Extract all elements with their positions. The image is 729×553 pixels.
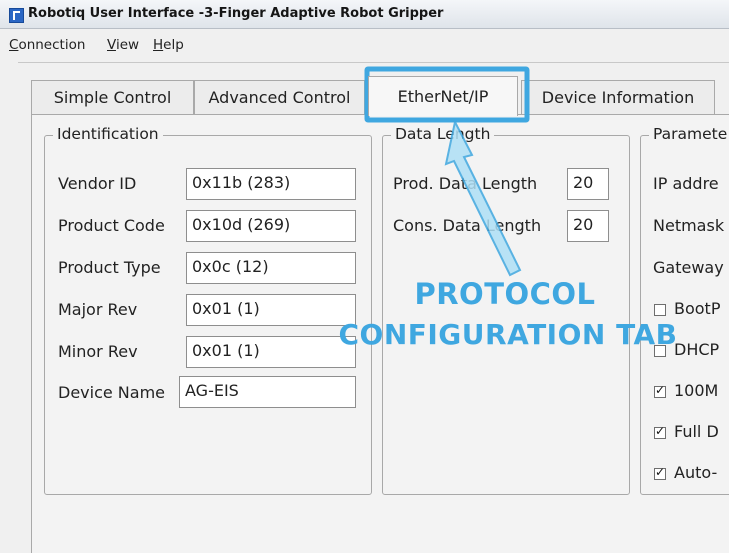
bootp-checkbox[interactable] xyxy=(654,304,666,316)
identification-legend: Identification xyxy=(53,125,163,143)
cons-data-length-field[interactable]: 20 xyxy=(567,210,609,242)
data-length-legend: Data Length xyxy=(391,125,495,143)
dhcp-label: DHCP xyxy=(674,340,720,359)
minor-rev-field[interactable]: 0x01 (1) xyxy=(186,336,356,368)
gateway-label: Gateway xyxy=(653,258,724,277)
full-duplex-label: Full D xyxy=(674,422,719,441)
tab-ethernet-ip[interactable]: EtherNet/IP xyxy=(368,76,518,116)
vendor-id-field[interactable]: 0x11b (283) xyxy=(186,168,356,200)
bootp-label: BootP xyxy=(674,299,721,318)
product-type-field[interactable]: 0x0c (12) xyxy=(186,252,356,284)
auto-negotiate-checkbox[interactable] xyxy=(654,465,666,480)
menu-connection[interactable]: Connection xyxy=(9,37,85,53)
tab-strip: Simple Control Advanced Control EtherNet… xyxy=(31,76,729,116)
auto-negotiate-label: Auto- xyxy=(674,463,718,482)
major-rev-label: Major Rev xyxy=(58,300,138,319)
vendor-id-label: Vendor ID xyxy=(58,174,137,193)
full-duplex-checkbox[interactable] xyxy=(654,424,666,439)
cons-data-length-label: Cons. Data Length xyxy=(393,216,542,235)
prod-data-length-label: Prod. Data Length xyxy=(393,174,538,193)
product-code-field[interactable]: 0x10d (269) xyxy=(186,210,356,242)
tab-simple-control[interactable]: Simple Control xyxy=(31,80,194,114)
data-length-group: Data Length Prod. Data Length 20 Cons. D… xyxy=(382,125,630,495)
netmask-label: Netmask xyxy=(653,216,725,235)
100m-checkbox[interactable] xyxy=(654,383,666,398)
window-title: Robotiq User Interface -3-Finger Adaptiv… xyxy=(28,6,444,21)
menu-view[interactable]: View xyxy=(107,37,139,53)
product-type-label: Product Type xyxy=(58,258,161,277)
menu-help[interactable]: Help xyxy=(153,37,184,53)
minor-rev-label: Minor Rev xyxy=(58,342,138,361)
tab-device-information[interactable]: Device Information xyxy=(521,80,715,114)
tab-advanced-control[interactable]: Advanced Control xyxy=(194,80,365,114)
parameters-group: Paramete IP addre Netmask Gateway BootP … xyxy=(640,125,729,495)
product-code-label: Product Code xyxy=(58,216,165,235)
app-icon xyxy=(9,8,24,23)
annotation-line1: PROTOCOL xyxy=(414,277,596,311)
device-name-field[interactable]: AG-EIS xyxy=(179,376,356,408)
menu-divider xyxy=(18,62,729,63)
annotation-line2: CONFIGURATION TAB xyxy=(338,318,678,351)
major-rev-field[interactable]: 0x01 (1) xyxy=(186,294,356,326)
prod-data-length-field[interactable]: 20 xyxy=(567,168,609,200)
device-name-label: Device Name xyxy=(58,383,166,402)
identification-group: Identification Vendor ID 0x11b (283) Pro… xyxy=(44,125,372,495)
parameters-legend: Paramete xyxy=(649,125,729,143)
ip-address-label: IP addre xyxy=(653,174,719,193)
title-bar: Robotiq User Interface -3-Finger Adaptiv… xyxy=(0,0,729,29)
100m-label: 100M xyxy=(674,381,719,400)
